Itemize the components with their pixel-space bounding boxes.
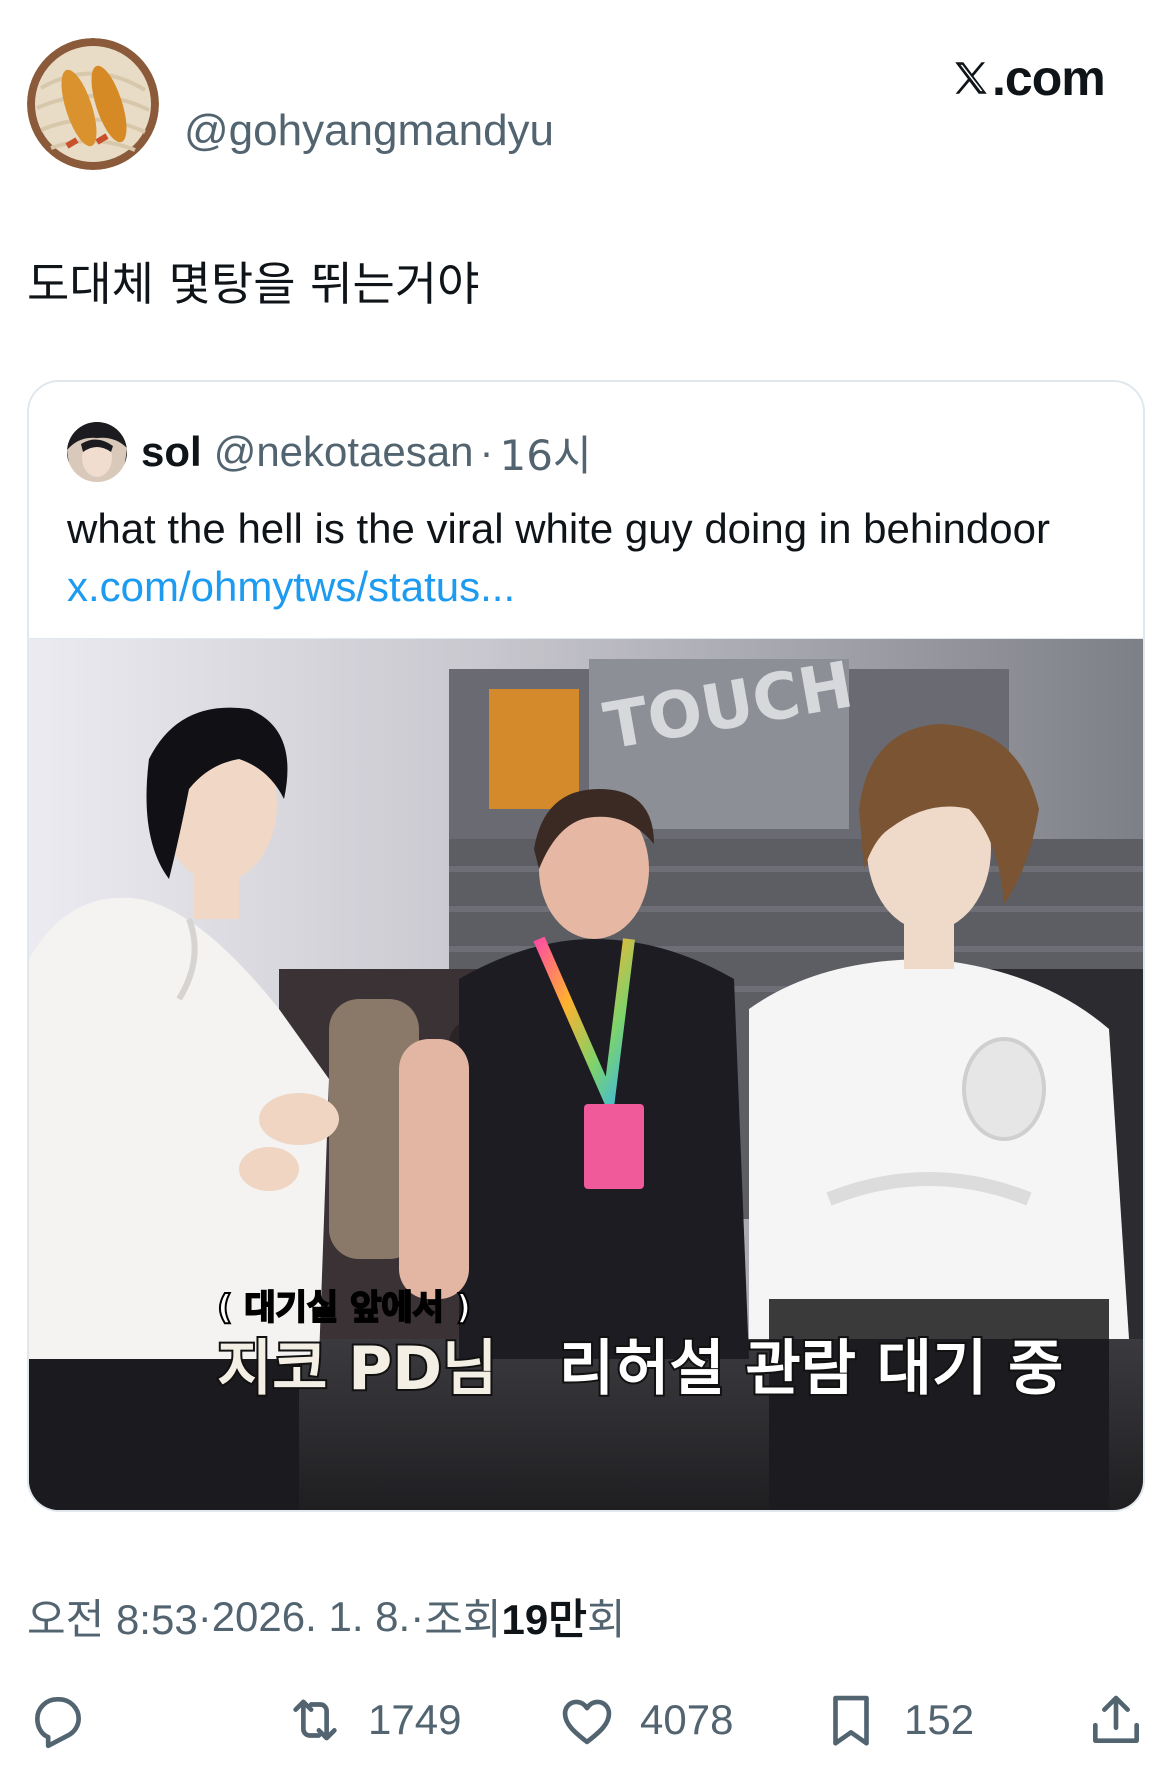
quote-tweet-card[interactable]: sol @nekotaesan · 16시 what the hell is t…: [27, 380, 1145, 1512]
share-button[interactable]: [1085, 1680, 1147, 1760]
tweet-time[interactable]: 오전 8:53: [27, 1586, 198, 1647]
video-caption-main-a: 지코 PD님: [217, 1334, 497, 1404]
reply-button[interactable]: [27, 1680, 89, 1760]
x-logo-icon: [955, 62, 987, 94]
video-caption-main-b: 리허설 관람 대기 중: [559, 1334, 1063, 1404]
video-caption-small: ( 대기실 앞에서 ): [217, 1288, 471, 1328]
brand-logo: .com: [950, 48, 1106, 108]
meta-separator: ·: [410, 1592, 425, 1640]
bookmark-count: 152: [904, 1696, 975, 1743]
quote-text: what the hell is the viral white guy doi…: [67, 500, 1107, 616]
quote-author-name[interactable]: sol: [141, 428, 202, 476]
quote-separator: ·: [479, 428, 494, 475]
quote-video-thumbnail[interactable]: TOUCH (대기실 앞에서) 지코 PD님 리허설 관람 대기 중: [29, 638, 1143, 1510]
author-avatar[interactable]: [27, 38, 159, 170]
tweet-meta: 오전 8:53 · 2026. 1. 8. · 조회 19만 회: [27, 1586, 625, 1647]
tweet-date[interactable]: 2026. 1. 8.: [212, 1593, 411, 1641]
tweet-text: 도대체 몇탕을 뛰는거야: [27, 257, 480, 311]
quote-author-avatar[interactable]: [67, 422, 127, 482]
bookmark-icon: [833, 1695, 869, 1746]
retweet-icon: [293, 1699, 337, 1741]
views-value: 19만: [501, 1596, 587, 1643]
reply-icon: [35, 1697, 81, 1749]
quote-link[interactable]: x.com/ohmytws/status...: [67, 563, 515, 610]
like-button[interactable]: 4078: [556, 1680, 733, 1760]
heart-icon: [562, 1699, 612, 1745]
author-handle[interactable]: @gohyangmandyu: [184, 106, 554, 156]
quote-time[interactable]: 16시: [500, 422, 592, 483]
retweet-count: 1749: [368, 1696, 462, 1743]
quote-body: what the hell is the viral white guy doi…: [67, 505, 1050, 552]
like-count: 4078: [640, 1696, 734, 1743]
views-label: 조회: [424, 1596, 502, 1643]
quote-header: sol @nekotaesan · 16시: [67, 420, 592, 484]
meta-separator: ·: [197, 1592, 212, 1640]
brand-text: .com: [992, 50, 1106, 106]
bookmark-button[interactable]: 152: [820, 1680, 974, 1760]
share-icon: [1093, 1695, 1139, 1743]
action-bar: 1749 4078 152: [0, 1680, 1170, 1760]
tweet-header: @gohyangmandyu .com: [0, 0, 1170, 200]
retweet-button[interactable]: 1749: [284, 1680, 461, 1760]
quote-author-handle[interactable]: @nekotaesan: [214, 428, 474, 476]
views-suffix: 회: [586, 1596, 626, 1643]
